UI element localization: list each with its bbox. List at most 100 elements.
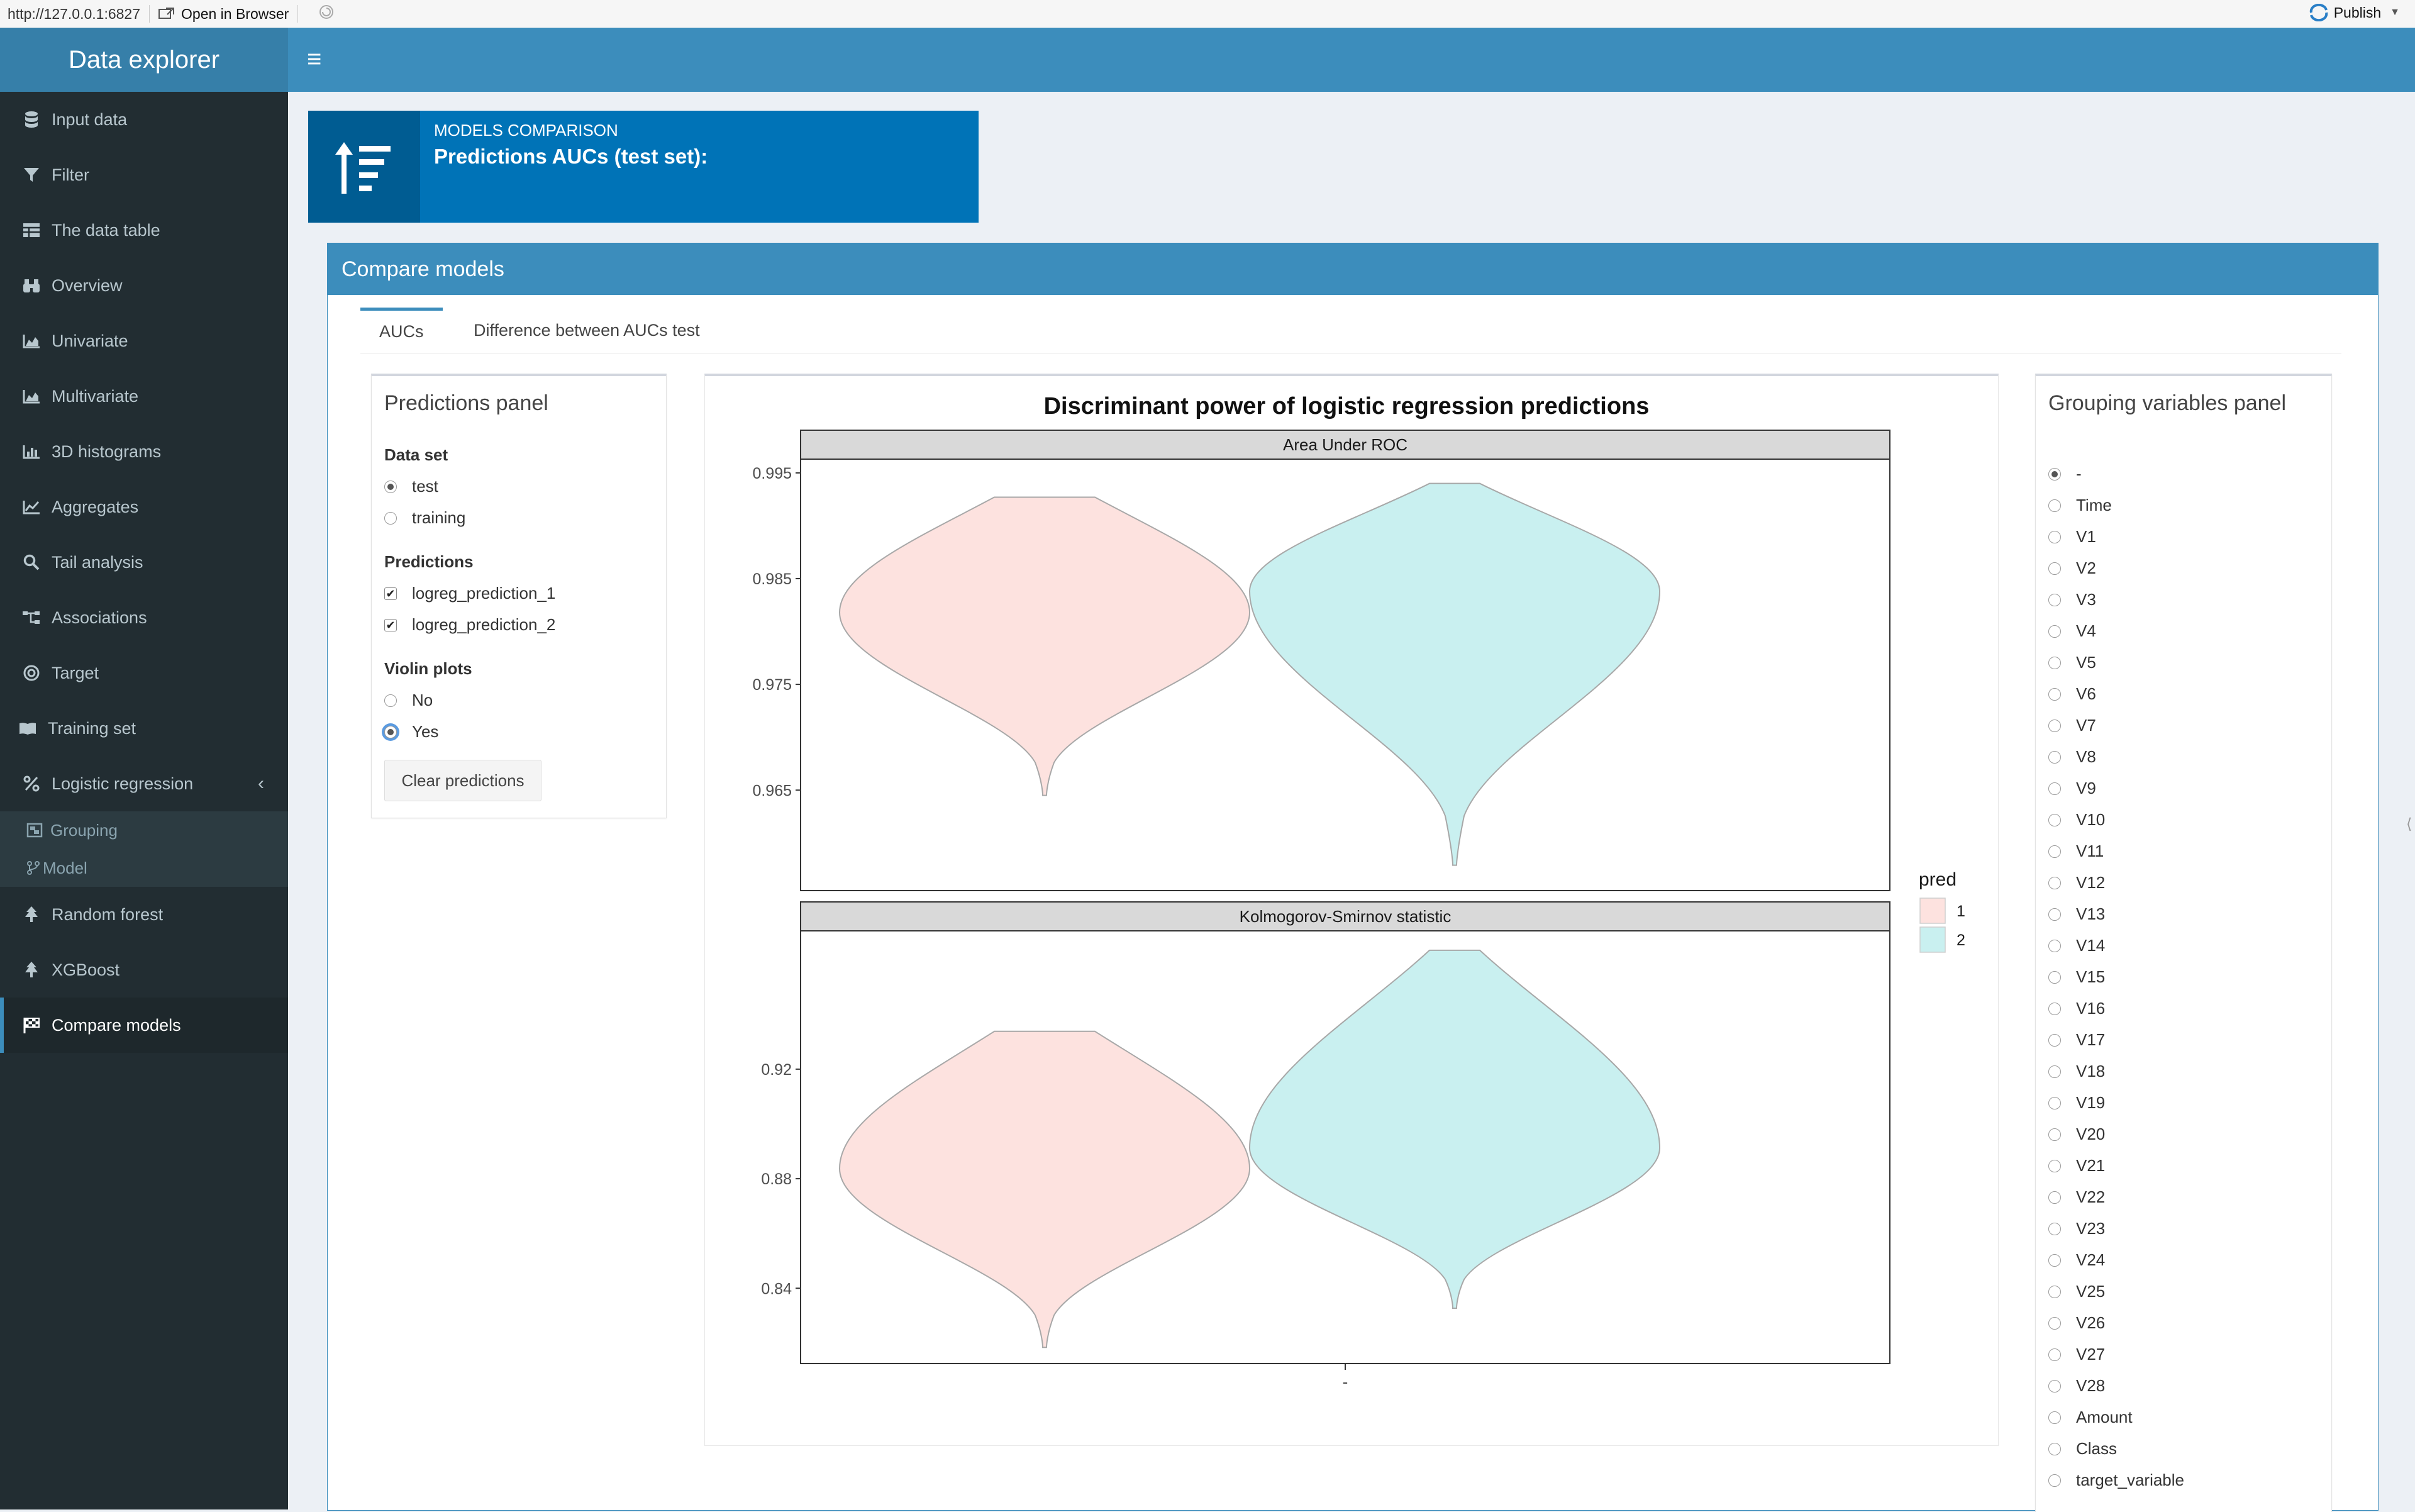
sidebar-item-target[interactable]: Target — [0, 645, 288, 701]
sidebar-toggle-icon[interactable]: ≡ — [307, 47, 332, 72]
grouping-option[interactable]: V28 — [2048, 1376, 2105, 1396]
grouping-option[interactable]: V7 — [2048, 716, 2096, 735]
tab-difference-aucs-test[interactable]: Difference between AUCs test — [455, 308, 719, 353]
grouping-option[interactable]: V25 — [2048, 1282, 2105, 1301]
radio-button[interactable] — [384, 694, 397, 707]
grouping-option[interactable]: V26 — [2048, 1313, 2105, 1333]
sidebar-item-univariate[interactable]: Univariate — [0, 313, 288, 369]
radio-button[interactable] — [384, 725, 397, 738]
radio-button[interactable] — [2048, 939, 2061, 952]
checkbox[interactable]: ✔ — [384, 587, 397, 600]
grouping-option[interactable]: V16 — [2048, 999, 2105, 1018]
resize-handle-icon[interactable]: ⟨ — [2406, 815, 2415, 840]
radio-button[interactable] — [2048, 782, 2061, 795]
radio-button[interactable] — [384, 480, 397, 493]
violin-option-no[interactable]: No — [384, 691, 433, 710]
sidebar-item-3d-histograms[interactable]: 3D histograms — [0, 424, 288, 479]
sidebar-subitem-model[interactable]: Model — [0, 849, 288, 887]
grouping-option[interactable]: V21 — [2048, 1156, 2105, 1176]
sidebar-item-training-set[interactable]: Training set — [0, 701, 288, 756]
radio-button[interactable] — [2048, 467, 2061, 481]
refresh-icon[interactable] — [318, 4, 335, 24]
radio-button[interactable] — [2048, 845, 2061, 858]
radio-button[interactable] — [2048, 876, 2061, 889]
radio-button[interactable] — [2048, 656, 2061, 669]
radio-button[interactable] — [2048, 1474, 2061, 1487]
radio-button[interactable] — [2048, 1002, 2061, 1015]
dataset-option-training[interactable]: training — [384, 508, 465, 528]
grouping-option[interactable]: V3 — [2048, 590, 2096, 609]
radio-button[interactable] — [2048, 593, 2061, 606]
grouping-option[interactable]: V6 — [2048, 684, 2096, 704]
grouping-option[interactable]: V27 — [2048, 1345, 2105, 1364]
radio-button[interactable] — [2048, 1222, 2061, 1235]
radio-button[interactable] — [2048, 499, 2061, 512]
grouping-option[interactable]: Amount — [2048, 1408, 2133, 1427]
radio-button[interactable] — [2048, 1191, 2061, 1204]
grouping-option[interactable]: target_variable — [2048, 1470, 2184, 1490]
sidebar-item-logistic-regression[interactable]: Logistic regression ‹ — [0, 756, 288, 811]
violin-option-yes[interactable]: Yes — [384, 722, 438, 742]
radio-button[interactable] — [2048, 1379, 2061, 1392]
radio-button[interactable] — [2048, 750, 2061, 764]
sidebar-item-multivariate[interactable]: Multivariate — [0, 369, 288, 424]
radio-button[interactable] — [2048, 1065, 2061, 1078]
grouping-option[interactable]: V11 — [2048, 842, 2104, 861]
grouping-option[interactable]: V23 — [2048, 1219, 2105, 1238]
grouping-option[interactable]: V4 — [2048, 621, 2096, 641]
grouping-option[interactable]: V15 — [2048, 967, 2105, 987]
sidebar-item-overview[interactable]: Overview — [0, 258, 288, 313]
grouping-option[interactable]: V19 — [2048, 1093, 2105, 1113]
sidebar-subitem-grouping[interactable]: Grouping — [0, 811, 288, 849]
grouping-option[interactable]: V1 — [2048, 527, 2096, 547]
sidebar-item-tail-analysis[interactable]: Tail analysis — [0, 535, 288, 590]
app-logo[interactable]: Data explorer — [0, 28, 288, 92]
radio-button[interactable] — [2048, 562, 2061, 575]
sidebar-item-input-data[interactable]: Input data — [0, 92, 288, 147]
sidebar-item-associations[interactable]: Associations — [0, 590, 288, 645]
radio-button[interactable] — [2048, 970, 2061, 984]
radio-button[interactable] — [2048, 1128, 2061, 1141]
grouping-option[interactable]: V14 — [2048, 936, 2105, 955]
grouping-option[interactable]: V13 — [2048, 904, 2105, 924]
grouping-option[interactable]: V5 — [2048, 653, 2096, 672]
checkbox[interactable]: ✔ — [384, 618, 397, 631]
grouping-option[interactable]: Time — [2048, 496, 2112, 515]
prediction-checkbox-2[interactable]: ✔ logreg_prediction_2 — [384, 615, 555, 635]
radio-button[interactable] — [2048, 1442, 2061, 1455]
grouping-option[interactable]: - — [2048, 464, 2082, 484]
radio-button[interactable] — [2048, 1254, 2061, 1267]
radio-button[interactable] — [384, 511, 397, 525]
sidebar-item-aggregates[interactable]: Aggregates — [0, 479, 288, 535]
tab-aucs[interactable]: AUCs — [360, 308, 443, 353]
grouping-option[interactable]: V24 — [2048, 1250, 2105, 1270]
radio-button[interactable] — [2048, 1316, 2061, 1330]
radio-button[interactable] — [2048, 908, 2061, 921]
grouping-option[interactable]: V20 — [2048, 1125, 2105, 1144]
open-in-browser-button[interactable]: Open in Browser — [158, 6, 289, 23]
sidebar-item-data-table[interactable]: The data table — [0, 203, 288, 258]
clear-predictions-button[interactable]: Clear predictions — [384, 760, 541, 801]
caret-down-icon[interactable]: ▼ — [2390, 7, 2400, 18]
sidebar-item-compare-models[interactable]: Compare models — [0, 998, 288, 1053]
prediction-checkbox-1[interactable]: ✔ logreg_prediction_1 — [384, 584, 555, 603]
radio-button[interactable] — [2048, 530, 2061, 543]
chevron-left-icon[interactable]: ‹ — [258, 773, 264, 794]
publish-button[interactable]: Publish ▼ — [2309, 4, 2400, 21]
grouping-option[interactable]: V10 — [2048, 810, 2105, 830]
radio-button[interactable] — [2048, 1033, 2061, 1047]
sidebar-item-filter[interactable]: Filter — [0, 147, 288, 203]
sidebar-item-xgboost[interactable]: XGBoost — [0, 942, 288, 998]
grouping-option[interactable]: V22 — [2048, 1187, 2105, 1207]
sidebar-item-random-forest[interactable]: Random forest — [0, 887, 288, 942]
grouping-option[interactable]: V12 — [2048, 873, 2105, 892]
radio-button[interactable] — [2048, 1159, 2061, 1172]
grouping-option[interactable]: V2 — [2048, 559, 2096, 578]
radio-button[interactable] — [2048, 1348, 2061, 1361]
dataset-option-test[interactable]: test — [384, 477, 438, 496]
radio-button[interactable] — [2048, 813, 2061, 826]
radio-button[interactable] — [2048, 1096, 2061, 1109]
grouping-option[interactable]: V17 — [2048, 1030, 2105, 1050]
grouping-option[interactable]: Class — [2048, 1439, 2117, 1459]
radio-button[interactable] — [2048, 1285, 2061, 1298]
